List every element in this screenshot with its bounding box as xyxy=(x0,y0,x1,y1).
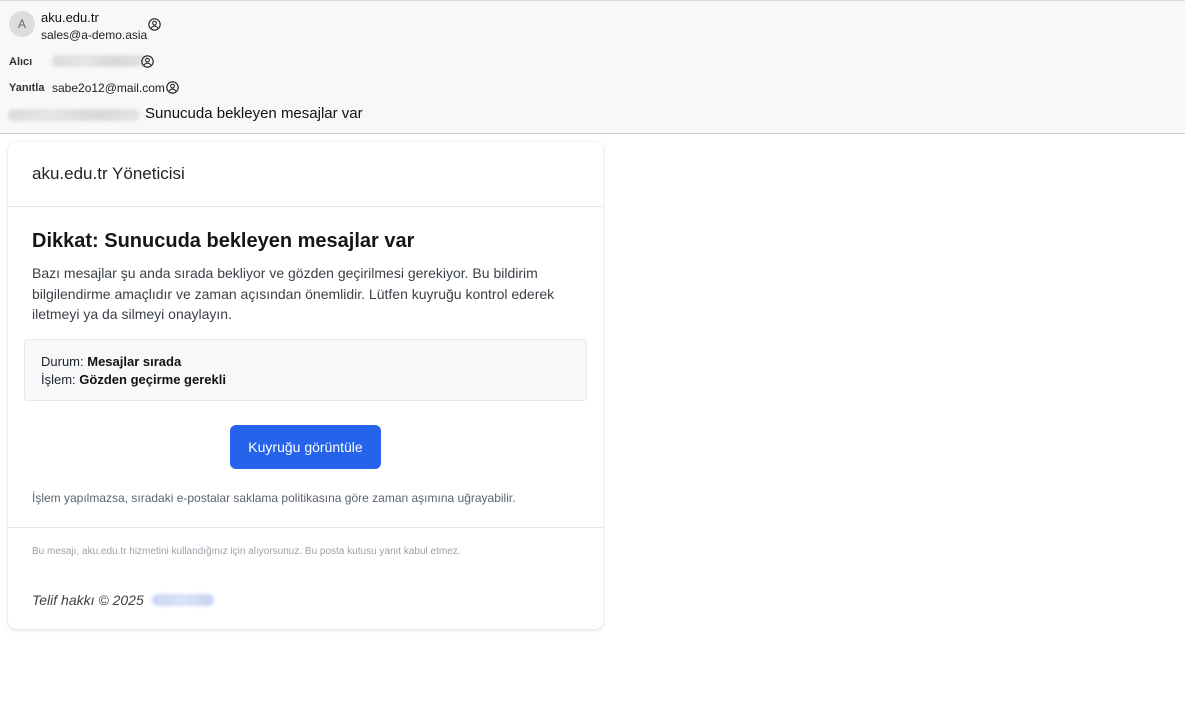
sender-avatar[interactable]: A xyxy=(9,11,35,37)
alert-headline: Dikkat: Sunucuda bekleyen mesajlar var xyxy=(32,230,415,252)
email-card: aku.edu.tr Yöneticisi Dikkat: Sunucuda b… xyxy=(8,142,603,629)
reply-to-label: Yanıtla xyxy=(9,82,45,94)
person-icon[interactable] xyxy=(148,18,161,31)
mail-header: A aku.edu.tr sales@a-demo.asia Alıcı Yan… xyxy=(0,0,1185,134)
action-row: İşlem: Gözden geçirme gerekli xyxy=(41,371,570,389)
subject-prefix-redacted xyxy=(8,109,140,121)
status-label: Durum: xyxy=(41,354,84,369)
footer-note: Bu mesajı, aku.edu.tr hizmetini kullandı… xyxy=(32,546,461,557)
reply-to-address[interactable]: sabe2o12@mail.com xyxy=(52,81,165,95)
person-icon[interactable] xyxy=(166,81,179,94)
status-box: Durum: Mesajlar sırada İşlem: Gözden geç… xyxy=(24,339,587,401)
brand-title: aku.edu.tr Yöneticisi xyxy=(32,164,185,183)
alert-body: Bazı mesajlar şu anda sırada bekliyor ve… xyxy=(32,265,555,322)
action-value: Gözden geçirme gerekli xyxy=(79,372,226,387)
copyright-line: Telif hakkı © 2025 xyxy=(32,592,214,608)
divider xyxy=(8,206,603,207)
divider xyxy=(8,527,603,528)
to-label: Alıcı xyxy=(9,56,33,68)
email-subject: Sunucuda bekleyen mesajlar var xyxy=(145,105,363,122)
view-queue-button[interactable]: Kuyruğu görüntüle xyxy=(230,425,381,469)
sender-name[interactable]: aku.edu.tr xyxy=(41,10,99,25)
copyright-text: Telif hakkı © 2025 xyxy=(32,592,144,608)
copyright-link-redacted[interactable] xyxy=(151,594,214,606)
recipient-redacted xyxy=(52,55,146,67)
sender-email[interactable]: sales@a-demo.asia xyxy=(41,28,147,42)
status-value: Mesajlar sırada xyxy=(87,354,182,369)
action-label: İşlem: xyxy=(41,372,76,387)
person-icon[interactable] xyxy=(141,55,154,68)
status-row: Durum: Mesajlar sırada xyxy=(41,353,570,371)
timeout-note: İşlem yapılmazsa, sıradaki e-postalar sa… xyxy=(32,491,516,505)
